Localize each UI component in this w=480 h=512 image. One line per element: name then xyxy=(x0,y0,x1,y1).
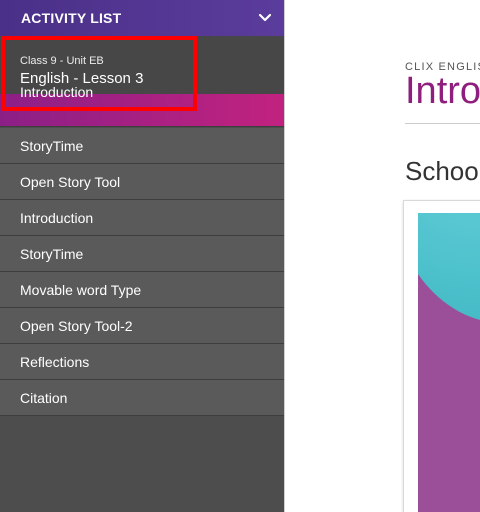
activity-item-label: Introduction xyxy=(20,84,94,100)
heading-rule xyxy=(405,123,480,124)
activity-item-label: Movable word Type xyxy=(20,281,142,298)
activity-item-label: Open Story Tool xyxy=(20,173,121,190)
main-content: CLIX ENGLISH Intro Schoo xyxy=(285,0,480,512)
activity-item-label: Reflections xyxy=(20,353,90,370)
activity-item-open-story-tool[interactable]: Open Story Tool xyxy=(0,164,284,200)
activity-item-introduction[interactable]: Introduction xyxy=(0,84,284,127)
activity-item-introduction-2[interactable]: Introduction xyxy=(0,200,284,236)
activity-item-label: Introduction xyxy=(20,209,94,226)
activity-list-title: ACTIVITY LIST xyxy=(21,10,122,26)
activity-item-storytime[interactable]: StoryTime xyxy=(0,128,284,164)
activity-sidebar: ACTIVITY LIST Class 9 - Unit EB English … xyxy=(0,0,284,512)
lesson-unit: Class 9 - Unit EB xyxy=(20,55,104,67)
activity-item-open-story-tool-2[interactable]: Open Story Tool-2 xyxy=(0,308,284,344)
chevron-down-icon[interactable] xyxy=(258,13,272,23)
page-title: Intro xyxy=(405,70,480,112)
activity-item-label: Open Story Tool-2 xyxy=(20,317,133,334)
hero-image xyxy=(418,213,480,512)
activity-list-header[interactable]: ACTIVITY LIST xyxy=(0,0,284,36)
activity-item-citation[interactable]: Citation xyxy=(0,380,284,416)
hero-shape xyxy=(418,213,480,323)
activity-item-label: Citation xyxy=(20,389,68,406)
activity-item-label: StoryTime xyxy=(20,245,84,262)
hero-image-frame xyxy=(403,200,480,512)
section-title: Schoo xyxy=(405,156,479,186)
activity-item-label: StoryTime xyxy=(20,137,84,154)
activity-item-movable-word-type[interactable]: Movable word Type xyxy=(0,272,284,308)
activity-item-storytime-2[interactable]: StoryTime xyxy=(0,236,284,272)
activity-item-reflections[interactable]: Reflections xyxy=(0,344,284,380)
